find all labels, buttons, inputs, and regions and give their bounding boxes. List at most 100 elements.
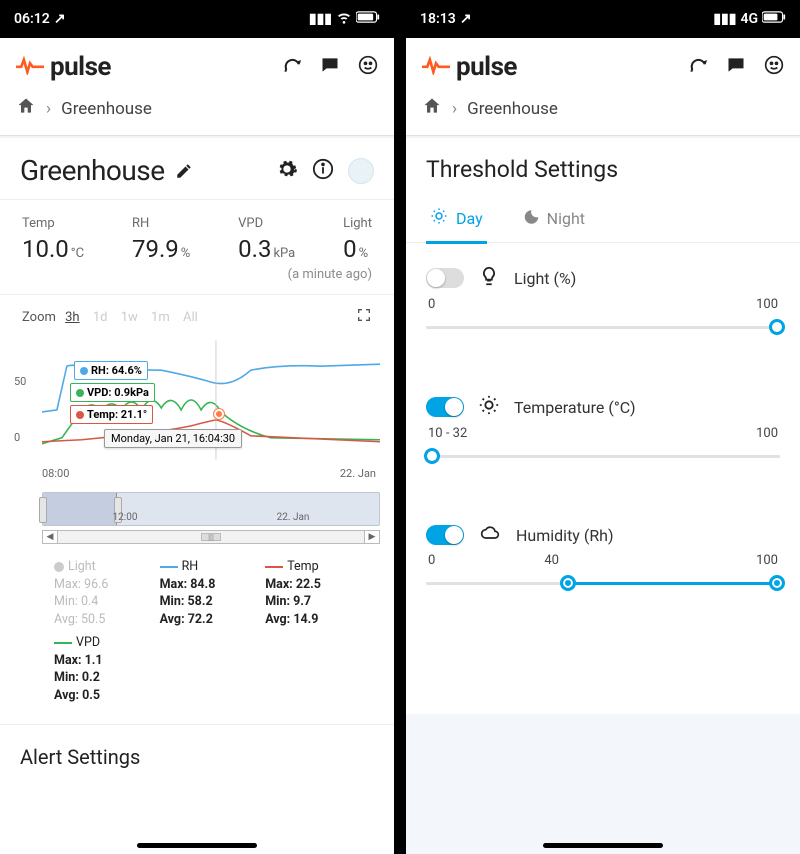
chart-legend: Light Max: 96.6 Min: 0.4 Avg: 50.5 RH Ma… <box>0 552 394 720</box>
chat-icon[interactable] <box>726 55 746 79</box>
zoom-3h[interactable]: 3h <box>65 310 79 325</box>
lightbulb-icon <box>478 265 500 291</box>
setting-temp-label: Temperature (°C) <box>514 398 636 417</box>
legend-vpd[interactable]: VPD Max: 1.1 Min: 0.2 Avg: 0.5 <box>54 634 160 704</box>
legend-temp[interactable]: Temp Max: 22.5 Min: 9.7 Avg: 14.9 <box>265 558 371 628</box>
breadcrumb: › Greenhouse <box>406 92 800 135</box>
y-tick-0: 0 <box>14 431 20 444</box>
zoom-1d[interactable]: 1d <box>93 310 108 325</box>
slider-light[interactable] <box>426 318 780 336</box>
setting-humidity: Humidity (Rh) 0 40 100 <box>406 501 800 598</box>
stat-vpd: VPD 0.3kPa <box>238 216 295 263</box>
y-tick-50: 50 <box>14 375 26 388</box>
location-icon: ↗ <box>54 11 66 27</box>
sun-icon <box>430 207 448 229</box>
slider-humidity-high[interactable] <box>769 575 785 591</box>
slider-humidity-low[interactable] <box>560 575 576 591</box>
stats-row: Temp 10.0°C RH 79.9% VPD 0.3kPa Light 0% <box>0 204 394 265</box>
breadcrumb: › Greenhouse <box>0 92 394 135</box>
pulse-logo-icon <box>16 52 44 82</box>
chart-main[interactable]: 50 0 RH: 64.6% VPD: 0.9kPa Temp: 21.1° M… <box>42 335 380 465</box>
gear-icon[interactable] <box>276 158 298 184</box>
zoom-all[interactable]: All <box>183 310 198 325</box>
toggle-light[interactable] <box>426 268 464 288</box>
profile-icon[interactable] <box>358 55 378 79</box>
toggle-humidity[interactable] <box>426 525 464 545</box>
status-indicator-dot[interactable] <box>348 158 374 184</box>
setting-humidity-label: Humidity (Rh) <box>516 526 614 545</box>
tab-night[interactable]: Night <box>517 199 589 242</box>
toggle-temperature[interactable] <box>426 397 464 417</box>
brand[interactable]: pulse <box>422 52 517 82</box>
humidity-mid: 40 <box>544 553 559 568</box>
humidity-min: 0 <box>428 553 435 568</box>
slider-temp-knob[interactable] <box>424 448 440 464</box>
app-header: pulse <box>406 38 800 92</box>
refresh-icon[interactable] <box>282 55 302 79</box>
tooltip-vpd: VPD: 0.9kPa <box>70 383 155 402</box>
tab-day[interactable]: Day <box>426 199 487 244</box>
battery-icon <box>762 11 786 27</box>
info-icon[interactable] <box>312 158 334 184</box>
network-label: 4G <box>740 11 758 27</box>
light-min: 0 <box>428 297 435 312</box>
home-icon[interactable] <box>16 96 36 121</box>
chat-icon[interactable] <box>320 55 340 79</box>
chevron-right-icon: › <box>46 99 51 119</box>
tooltip-rh: RH: 64.6% <box>74 361 148 380</box>
refresh-icon[interactable] <box>688 55 708 79</box>
brand[interactable]: pulse <box>16 52 111 82</box>
home-icon[interactable] <box>422 96 442 121</box>
status-time: 18:13 <box>420 11 456 27</box>
stat-temp: Temp 10.0°C <box>22 216 84 263</box>
status-bar: 18:13 ↗ ▮▮▮ 4G <box>406 0 800 38</box>
edit-icon[interactable] <box>175 154 193 187</box>
moon-icon <box>521 208 539 230</box>
signal-icon: ▮▮▮ <box>713 11 736 27</box>
breadcrumb-page[interactable]: Greenhouse <box>61 99 152 119</box>
chart-navigator[interactable]: 12:00 22. Jan <box>42 492 380 526</box>
home-indicator[interactable] <box>543 843 663 848</box>
updated-ago: (a minute ago) <box>0 265 394 290</box>
zoom-label: Zoom <box>22 310 56 325</box>
sun-outline-icon <box>478 394 500 420</box>
profile-icon[interactable] <box>764 55 784 79</box>
scroll-thumb[interactable]: ||| <box>201 533 221 541</box>
breadcrumb-page[interactable]: Greenhouse <box>467 99 558 119</box>
slider-temperature[interactable] <box>426 447 780 465</box>
expand-icon[interactable] <box>356 307 372 327</box>
signal-icon: ▮▮▮ <box>309 11 332 27</box>
location-icon: ↗ <box>460 11 472 27</box>
phone-left: 06:12 ↗ ▮▮▮ pulse <box>0 0 400 854</box>
legend-light[interactable]: Light Max: 96.6 Min: 0.4 Avg: 50.5 <box>54 558 160 628</box>
temp-max: 100 <box>756 426 778 441</box>
home-indicator[interactable] <box>137 843 257 848</box>
chart-scrollbar[interactable]: ◀ ||| ▶ <box>42 530 380 544</box>
pulse-logo-icon <box>422 52 450 82</box>
slider-light-knob[interactable] <box>769 319 785 335</box>
alert-settings-header[interactable]: Alert Settings <box>0 729 394 775</box>
battery-icon <box>356 11 380 27</box>
light-max: 100 <box>756 297 778 312</box>
tooltip-date: Monday, Jan 21, 16:04:30 <box>104 429 242 448</box>
stat-rh: RH 79.9% <box>132 216 190 263</box>
status-time: 06:12 <box>14 11 50 27</box>
app-header: pulse <box>0 38 394 92</box>
setting-light-label: Light (%) <box>514 269 576 288</box>
threshold-title: Threshold Settings <box>406 138 800 193</box>
humidity-max: 100 <box>756 553 778 568</box>
stat-light: Light 0% <box>343 216 372 263</box>
slider-humidity[interactable] <box>426 574 780 592</box>
setting-temperature: Temperature (°C) 10 - 32 100 <box>406 372 800 471</box>
zoom-1w[interactable]: 1w <box>121 310 138 325</box>
scroll-left-icon[interactable]: ◀ <box>42 530 58 544</box>
legend-rh[interactable]: RH Max: 84.8 Min: 58.2 Avg: 72.2 <box>160 558 266 628</box>
tooltip-temp: Temp: 21.1° <box>70 405 153 424</box>
page-title-bar: Greenhouse <box>0 138 394 195</box>
scroll-right-icon[interactable]: ▶ <box>364 530 380 544</box>
phone-right: 18:13 ↗ ▮▮▮ 4G pulse <box>400 0 800 854</box>
zoom-row: Zoom 3h 1d 1w 1m All <box>0 299 394 329</box>
brand-name: pulse <box>456 52 517 82</box>
zoom-1m[interactable]: 1m <box>151 310 170 325</box>
status-bar: 06:12 ↗ ▮▮▮ <box>0 0 394 38</box>
